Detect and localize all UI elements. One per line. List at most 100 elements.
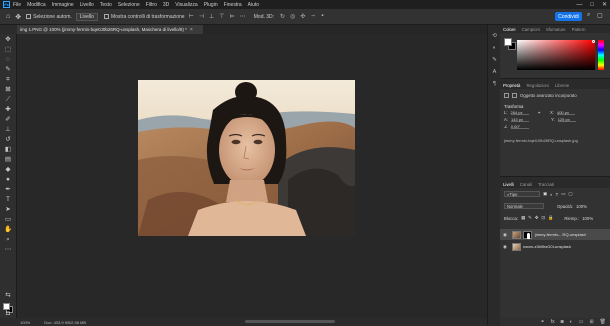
eraser-tool-icon[interactable]: ◧ <box>3 146 13 154</box>
more-options-icon[interactable]: ⋯ <box>240 13 246 20</box>
tab-tracciati[interactable]: Tracciati <box>538 182 554 187</box>
workspace-icon[interactable]: ▢ <box>597 12 603 19</box>
mask-properties-icon[interactable] <box>512 93 517 98</box>
document-image[interactable] <box>138 80 355 236</box>
lasso-tool-icon[interactable]: ◌ <box>3 56 13 64</box>
angle-field[interactable]: 0,00° <box>510 124 529 129</box>
mask-icon[interactable]: ◙ <box>561 319 564 325</box>
hand-tool-icon[interactable]: ✋ <box>3 226 13 234</box>
character-panel-icon[interactable]: A <box>491 69 498 76</box>
menu-plugin[interactable]: Plugin <box>204 2 218 8</box>
menu-3d[interactable]: 3D <box>163 2 169 8</box>
menu-immagine[interactable]: Immagine <box>52 2 74 8</box>
healing-brush-tool-icon[interactable]: ✚ <box>3 106 13 114</box>
tab-canali[interactable]: Canali <box>520 182 532 187</box>
tab-proprieta[interactable]: Proprietà <box>503 83 520 88</box>
menu-selezione[interactable]: Selezione <box>118 2 140 8</box>
filter-type-icon[interactable]: T <box>556 192 559 197</box>
folder-icon[interactable]: ▭ <box>579 319 584 325</box>
zoom-tool-icon[interactable]: ⌕ <box>3 236 13 244</box>
fill-value[interactable]: 100% <box>582 216 593 221</box>
gradient-tool-icon[interactable]: ▤ <box>3 156 13 164</box>
brushes-panel-icon[interactable]: ✎ <box>491 57 498 64</box>
slide-3d-icon[interactable]: ⇔ <box>310 13 316 20</box>
menu-livello[interactable]: Livello <box>80 2 94 8</box>
path-select-tool-icon[interactable]: ➤ <box>3 206 13 214</box>
menu-aiuto[interactable]: Aiuto <box>248 2 259 8</box>
type-tool-icon[interactable]: T <box>3 196 13 204</box>
document-info[interactable]: Doc: 433,9 KB/2,98 MB <box>44 320 86 325</box>
menu-filtro[interactable]: Filtro <box>146 2 157 8</box>
tab-regolazioni[interactable]: Regolazioni <box>526 83 548 88</box>
lock-position-icon[interactable]: ✥ <box>535 215 539 221</box>
history-panel-icon[interactable]: ⟲ <box>491 33 498 40</box>
tab-colore[interactable]: Colore <box>503 27 516 32</box>
y-field[interactable]: 125 px <box>557 117 576 122</box>
drag-3d-icon[interactable]: ✣ <box>300 13 305 20</box>
eye-icon[interactable]: ◉ <box>502 244 508 250</box>
tab-livelli[interactable]: Livelli <box>503 182 514 187</box>
tab-pattern[interactable]: Pattern <box>572 27 586 32</box>
crop-tool-icon[interactable]: ⌗ <box>3 76 13 84</box>
filter-pixel-icon[interactable]: ▣ <box>543 191 547 197</box>
trash-icon[interactable]: 🗑 <box>600 319 606 325</box>
height-field[interactable]: 143 px <box>510 117 529 122</box>
align-middle-icon[interactable]: ⊨ <box>230 13 235 20</box>
minimize-icon[interactable]: — <box>576 2 582 8</box>
canvas-area[interactable] <box>17 34 487 318</box>
quick-mask-icon[interactable]: ◘ <box>3 310 13 318</box>
share-button[interactable]: Condividi <box>555 12 582 21</box>
paragraph-panel-icon[interactable]: ¶ <box>491 81 498 88</box>
eye-icon[interactable]: ◉ <box>502 232 508 238</box>
foreground-color-swatch[interactable] <box>3 303 10 310</box>
opacity-value[interactable]: 100% <box>576 204 587 209</box>
filter-smart-icon[interactable]: ▢ <box>568 191 572 197</box>
roll-3d-icon[interactable]: ◎ <box>290 13 295 20</box>
blur-tool-icon[interactable]: ◆ <box>3 166 13 174</box>
marquee-tool-icon[interactable]: ⬚ <box>3 46 13 54</box>
adjustment-icon[interactable]: ◐ <box>570 319 573 325</box>
more-tools-icon[interactable]: ⋯ <box>3 246 13 254</box>
tab-librerie[interactable]: Librerie <box>555 83 569 88</box>
horizontal-scrollbar[interactable] <box>245 320 335 323</box>
home-icon[interactable]: ⌂ <box>6 13 10 20</box>
search-icon[interactable]: ⌕ <box>587 12 590 19</box>
menu-modifica[interactable]: Modifica <box>27 2 46 8</box>
layer-filter-dropdown[interactable]: ⌕ Tipo <box>504 191 540 197</box>
menu-finestra[interactable]: Finestra <box>224 2 242 8</box>
x-field[interactable]: 400 px <box>556 110 575 115</box>
align-right-icon[interactable]: ⊥ <box>209 13 214 20</box>
clone-stamp-tool-icon[interactable]: ⊥ <box>3 126 13 134</box>
document-tab[interactable]: img 1.PNG @ 100% (jimmy-fermin-bqe0J0b26… <box>17 25 203 34</box>
hue-slider[interactable] <box>598 40 604 70</box>
width-field[interactable]: 264 px <box>510 110 529 115</box>
lock-all-icon[interactable]: 🔒 <box>548 215 553 221</box>
quick-select-tool-icon[interactable]: ✎ <box>3 66 13 74</box>
move-tool-icon[interactable]: ✥ <box>3 36 13 44</box>
history-brush-tool-icon[interactable]: ↺ <box>3 136 13 144</box>
layer-row[interactable]: ◉ jimmy-fermin-...RQ-unsplash <box>500 229 610 240</box>
dodge-tool-icon[interactable]: ● <box>3 176 13 184</box>
auto-select-target-dropdown[interactable]: Livello <box>75 12 98 21</box>
align-left-icon[interactable]: ⊢ <box>189 13 194 20</box>
link-icon[interactable]: ⚭ <box>541 319 545 325</box>
pen-tool-icon[interactable]: ✒ <box>3 186 13 194</box>
frame-tool-icon[interactable]: ⊠ <box>3 86 13 94</box>
fx-icon[interactable]: fx <box>551 319 555 325</box>
swap-colors-icon[interactable]: ⇆ <box>3 292 13 300</box>
link-dimensions-icon[interactable]: ⚭ <box>538 110 542 115</box>
brush-tool-icon[interactable]: ✐ <box>3 116 13 124</box>
auto-select-checkbox[interactable] <box>26 14 32 19</box>
layer-row[interactable]: ◉ naom-z3b0hsG0I-unsplash <box>500 241 610 252</box>
menu-file[interactable]: File <box>13 2 21 8</box>
lock-paint-icon[interactable]: ✎ <box>528 215 532 221</box>
filter-shape-icon[interactable]: ▭ <box>561 191 565 197</box>
close-window-icon[interactable]: ✕ <box>602 1 607 8</box>
close-tab-icon[interactable]: × <box>190 27 193 33</box>
tab-campioni[interactable]: Campioni <box>522 27 540 32</box>
rectangle-tool-icon[interactable]: ▭ <box>3 216 13 224</box>
panel-foreground-swatch[interactable] <box>504 38 512 46</box>
eyedropper-tool-icon[interactable]: ⟋ <box>3 96 13 104</box>
menu-visualizza[interactable]: Visualizza <box>175 2 197 8</box>
lock-artboard-icon[interactable]: ⊡ <box>541 215 545 221</box>
